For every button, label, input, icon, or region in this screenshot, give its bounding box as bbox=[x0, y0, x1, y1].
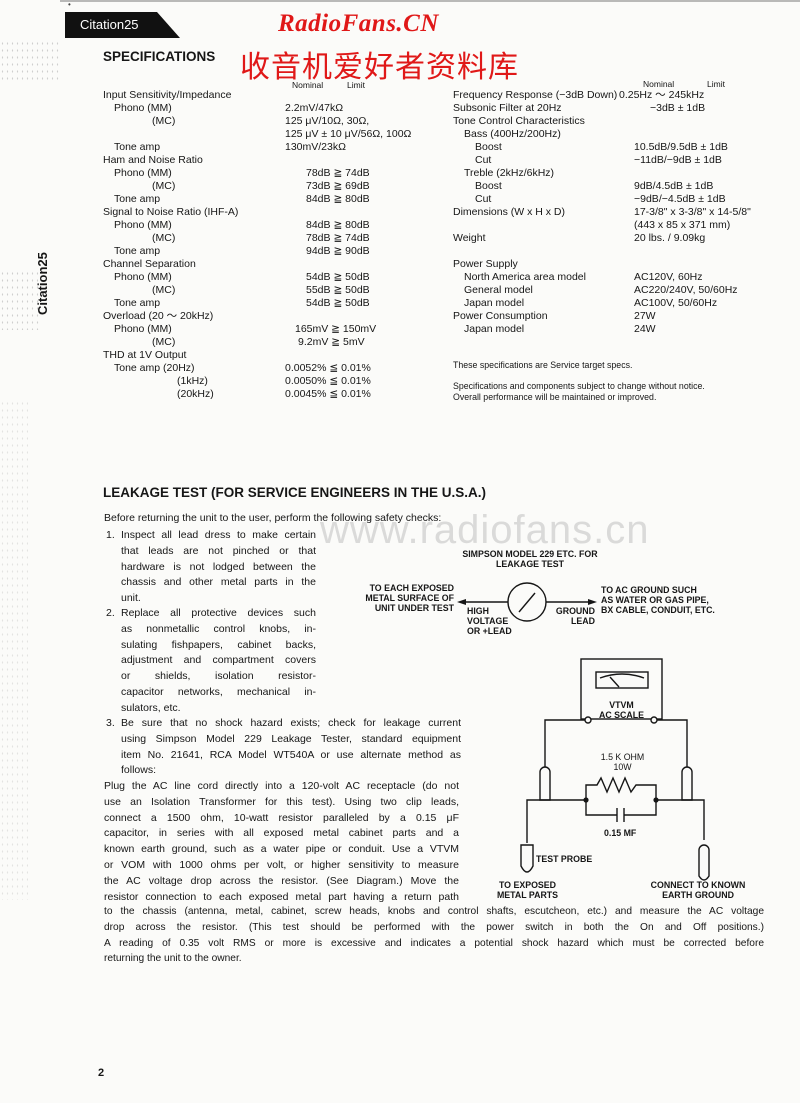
clip-lead-right bbox=[681, 766, 693, 801]
junction-dot bbox=[653, 797, 659, 803]
label-line: VTVM bbox=[609, 700, 634, 710]
arrow-right-icon bbox=[588, 599, 597, 605]
page-number: 2 bbox=[98, 1067, 105, 1079]
label-line: CONNECT TO KNOWN bbox=[650, 880, 746, 890]
vtvm-label: VTVM AC SCALE bbox=[590, 700, 653, 720]
vtvm-scale bbox=[599, 673, 645, 679]
resistor-label: 1.5 K OHM 10W bbox=[590, 752, 655, 772]
label-line: AC SCALE bbox=[599, 710, 644, 720]
earth-ground-label: CONNECT TO KNOWN EARTH GROUND bbox=[643, 880, 753, 900]
exposed-parts-label: TO EXPOSED METAL PARTS bbox=[490, 880, 565, 900]
capacitor-label: 0.15 MF bbox=[604, 828, 637, 838]
test-probe-icon bbox=[520, 844, 534, 873]
label-line: TO EXPOSED bbox=[498, 880, 557, 890]
leakage-diagrams bbox=[457, 582, 710, 881]
label-line: 10W bbox=[613, 762, 632, 772]
junction-dot bbox=[583, 797, 589, 803]
test-probe-label: TEST PROBE bbox=[536, 854, 593, 864]
label-line: 1.5 K OHM bbox=[600, 752, 645, 762]
meter-needle bbox=[518, 592, 536, 613]
clip-lead-left bbox=[539, 766, 551, 801]
label-line: METAL PARTS bbox=[496, 890, 559, 900]
label-line: EARTH GROUND bbox=[662, 890, 734, 900]
resistor-symbol bbox=[585, 776, 657, 800]
arrow-left-icon bbox=[457, 599, 466, 605]
earth-ground-clip-icon bbox=[698, 844, 710, 881]
vtvm-needle bbox=[609, 676, 620, 688]
